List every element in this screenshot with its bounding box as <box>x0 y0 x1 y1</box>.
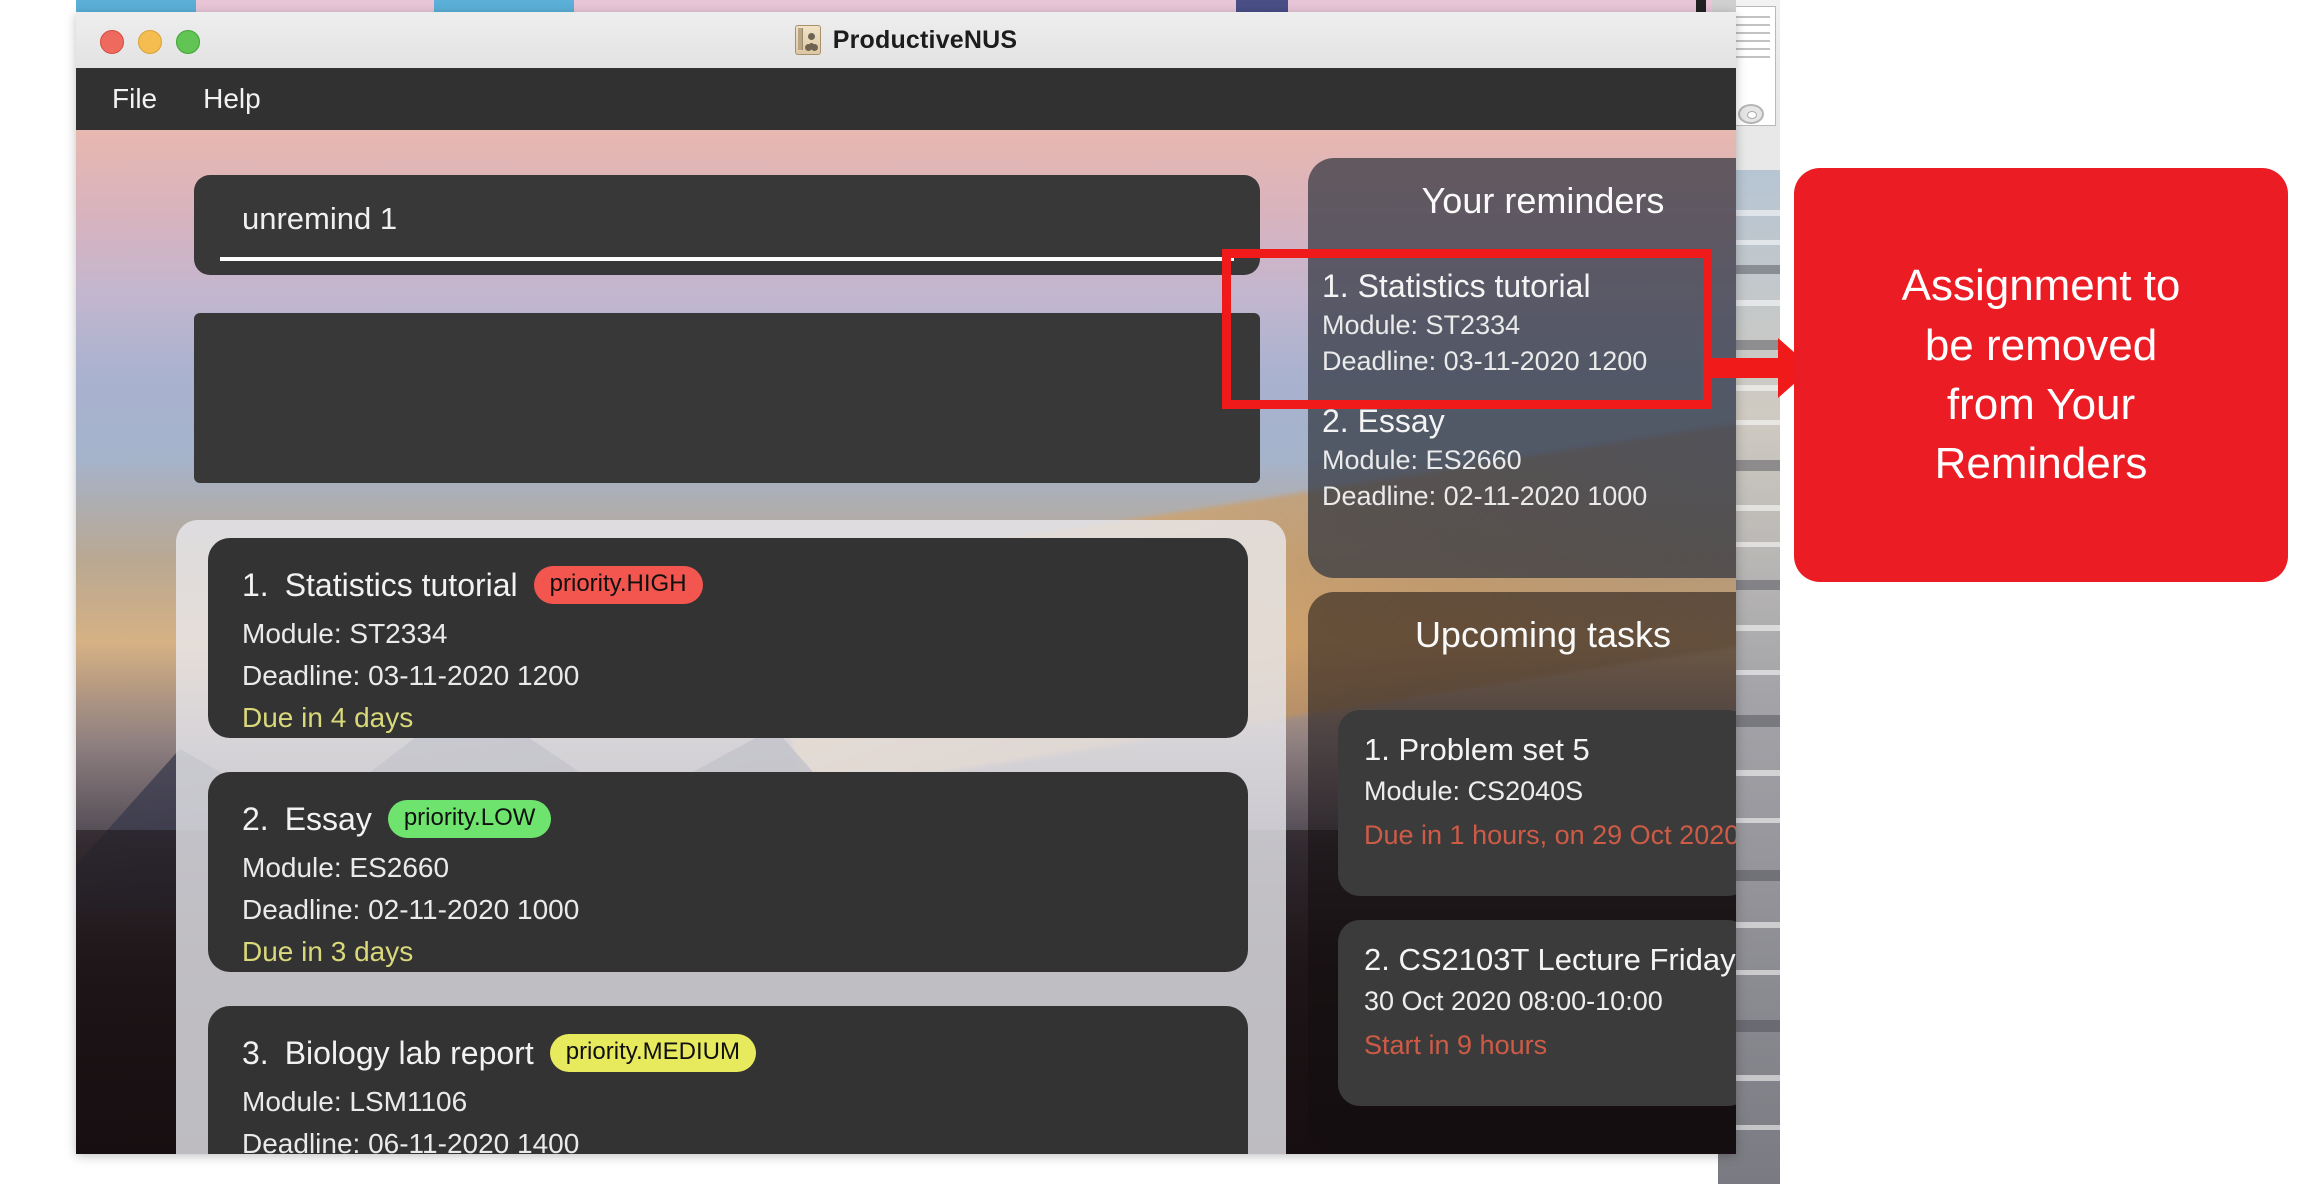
task-module: Module: ST2334 <box>242 618 448 649</box>
window-titlebar[interactable]: ProductiveNUS <box>76 12 1736 69</box>
task-card[interactable]: 2. Essay priority.LOW Module: ES2660 Dea… <box>208 772 1248 972</box>
task-header: 2. Essay priority.LOW <box>242 800 552 838</box>
menu-bar: File Help <box>76 68 1736 130</box>
upcoming-task-title: 1. Problem set 5 <box>1364 732 1590 767</box>
task-list-scroll[interactable]: 1. Statistics tutorial priority.HIGH Mod… <box>176 520 1286 1154</box>
priority-badge: priority.LOW <box>387 800 552 838</box>
upcoming-tasks-title: Upcoming tasks <box>1414 614 1672 655</box>
window-title: ProductiveNUS <box>832 25 1018 54</box>
screenshot-root: ProductiveNUS File Help unremind 1 1. St… <box>0 0 2324 1184</box>
command-input[interactable]: unremind 1 <box>242 201 397 237</box>
reminder-item[interactable]: 2. Essay Module: ES2660 Deadline: 02-11-… <box>1322 403 1736 512</box>
upcoming-task-time: 30 Oct 2020 08:00-10:00 <box>1364 986 1663 1016</box>
upcoming-tasks-panel[interactable]: Upcoming tasks 1. Problem set 5 Module: … <box>1308 592 1736 1152</box>
task-index: 3. <box>242 1034 269 1071</box>
annotation-callout: Assignment to be removed from Your Remin… <box>1794 168 2288 582</box>
task-header: 3. Biology lab report priority.MEDIUM <box>242 1034 756 1072</box>
task-module: Module: ES2660 <box>242 852 450 883</box>
upcoming-task-module: Module: CS2040S <box>1364 776 1584 806</box>
window-title-group: ProductiveNUS <box>76 12 1736 68</box>
upcoming-task-start: Start in 9 hours <box>1364 1030 1548 1060</box>
task-index: 1. <box>242 566 269 603</box>
menu-item-file[interactable]: File <box>112 83 157 115</box>
annotation-highlight-box <box>1222 249 1712 409</box>
command-input-underline <box>220 257 1234 261</box>
task-name: Biology lab report <box>284 1034 534 1071</box>
annotation-text: Assignment to be removed from Your Remin… <box>1901 261 2181 489</box>
upcoming-task-card[interactable]: 1. Problem set 5 Module: CS2040S Due in … <box>1338 710 1736 896</box>
task-due: Due in 4 days <box>242 702 414 733</box>
task-card[interactable]: 1. Statistics tutorial priority.HIGH Mod… <box>208 538 1248 738</box>
menu-item-help[interactable]: Help <box>203 83 261 115</box>
task-index: 2. <box>242 800 269 837</box>
priority-badge: priority.HIGH <box>533 566 703 604</box>
task-name: Statistics tutorial <box>284 566 518 603</box>
address-book-icon <box>794 25 821 55</box>
task-name: Essay <box>284 800 372 837</box>
reminders-title: Your reminders <box>1421 180 1665 221</box>
task-card[interactable]: 3. Biology lab report priority.MEDIUM Mo… <box>208 1006 1248 1154</box>
upcoming-task-due: Due in 1 hours, on 29 Oct 2020 2... <box>1364 820 1736 850</box>
result-display-box <box>194 313 1260 483</box>
task-deadline: Deadline: 06-11-2020 1400 <box>242 1128 580 1154</box>
reminder-deadline: Deadline: 02-11-2020 1000 <box>1322 481 1648 511</box>
task-header: 1. Statistics tutorial priority.HIGH <box>242 566 703 604</box>
command-input-box[interactable]: unremind 1 <box>194 175 1260 275</box>
task-due: Due in 3 days <box>242 936 414 967</box>
task-deadline: Deadline: 02-11-2020 1000 <box>242 894 580 925</box>
task-deadline: Deadline: 03-11-2020 1200 <box>242 660 580 691</box>
task-list-panel[interactable]: 1. Statistics tutorial priority.HIGH Mod… <box>176 520 1286 1154</box>
background-disc-icon <box>1738 104 1764 124</box>
reminder-module: Module: ES2660 <box>1322 445 1522 475</box>
upcoming-task-title: 2. CS2103T Lecture Friday <box>1364 942 1736 977</box>
priority-badge: priority.MEDIUM <box>549 1034 756 1072</box>
task-module: Module: LSM1106 <box>242 1086 468 1117</box>
upcoming-task-card[interactable]: 2. CS2103T Lecture Friday 30 Oct 2020 08… <box>1338 920 1736 1106</box>
app-window: ProductiveNUS File Help unremind 1 1. St… <box>76 12 1736 1154</box>
